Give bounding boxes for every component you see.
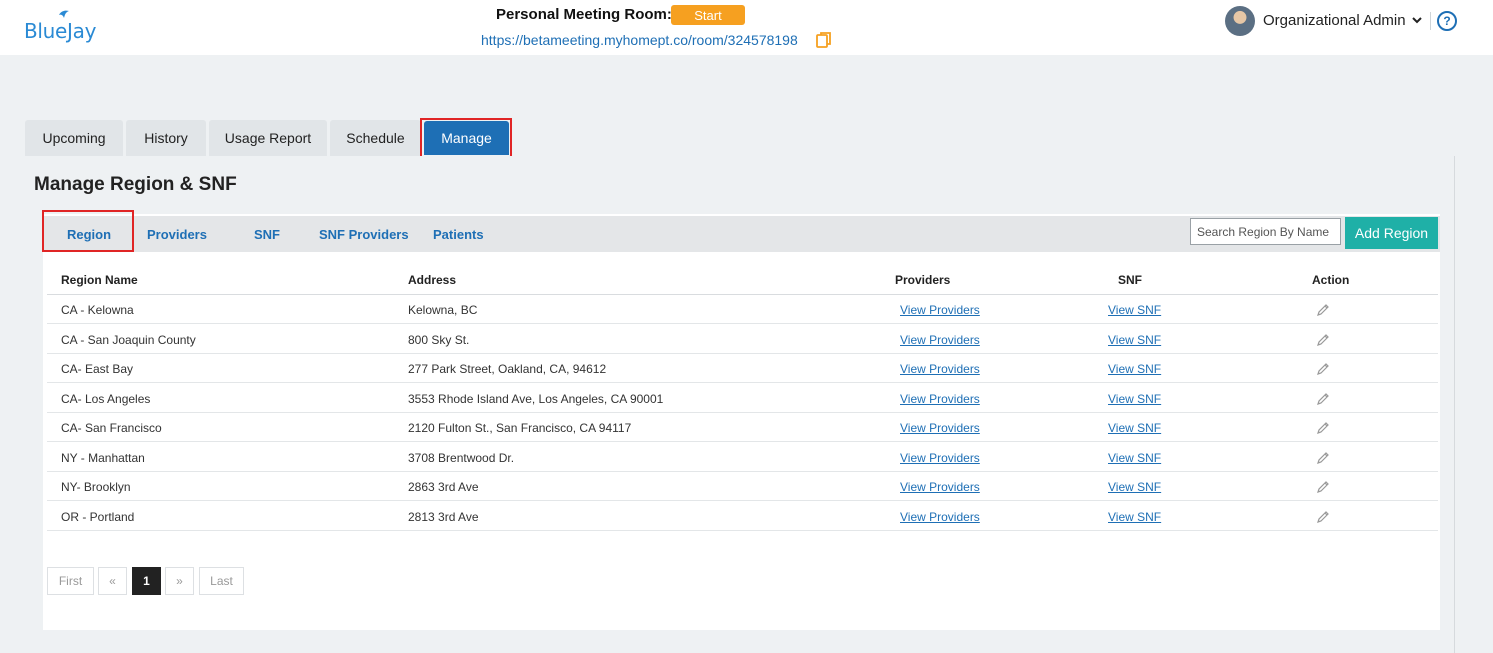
pencil-icon[interactable] <box>1316 421 1330 435</box>
view-providers-link[interactable]: View Providers <box>900 480 980 494</box>
view-providers-link[interactable]: View Providers <box>900 333 980 347</box>
help-icon[interactable]: ? <box>1437 11 1457 31</box>
pagination-page-current[interactable]: 1 <box>132 567 161 595</box>
view-snf-link[interactable]: View SNF <box>1108 421 1161 435</box>
table-row: CA- East Bay 277 Park Street, Oakland, C… <box>47 354 1438 383</box>
add-region-button[interactable]: Add Region <box>1345 217 1438 249</box>
start-meeting-button[interactable]: Start <box>671 5 745 25</box>
tab-usage-report[interactable]: Usage Report <box>209 120 327 156</box>
pagination-last[interactable]: Last <box>199 567 244 595</box>
avatar[interactable] <box>1225 6 1255 36</box>
view-snf-link[interactable]: View SNF <box>1108 392 1161 406</box>
view-snf-link[interactable]: View SNF <box>1108 480 1161 494</box>
address-cell: 3708 Brentwood Dr. <box>408 451 515 465</box>
subtab-snf-providers[interactable]: SNF Providers <box>319 227 409 242</box>
header-divider <box>1430 12 1431 30</box>
brand-name: BlueJay <box>24 19 97 43</box>
pencil-icon[interactable] <box>1316 303 1330 317</box>
region-name-cell: NY- Brooklyn <box>61 480 131 494</box>
user-menu-name[interactable]: Organizational Admin <box>1263 12 1406 29</box>
region-name-cell: CA- San Francisco <box>61 421 162 435</box>
column-header-snf: SNF <box>1118 273 1142 287</box>
view-providers-link[interactable]: View Providers <box>900 392 980 406</box>
pencil-icon[interactable] <box>1316 480 1330 494</box>
tab-history[interactable]: History <box>126 120 206 156</box>
address-cell: 2120 Fulton St., San Francisco, CA 94117 <box>408 421 632 435</box>
view-providers-link[interactable]: View Providers <box>900 362 980 376</box>
region-name-cell: NY - Manhattan <box>61 451 145 465</box>
region-tab-highlight <box>42 210 134 252</box>
view-providers-link[interactable]: View Providers <box>900 510 980 524</box>
address-cell: 800 Sky St. <box>408 333 470 347</box>
region-name-cell: OR - Portland <box>61 510 135 524</box>
table-row: CA- Los Angeles 3553 Rhode Island Ave, L… <box>47 384 1438 413</box>
column-header-region-name: Region Name <box>61 273 138 287</box>
bird-logo-icon <box>59 10 69 18</box>
table-row: NY- Brooklyn 2863 3rd Ave View Providers… <box>47 472 1438 501</box>
view-snf-link[interactable]: View SNF <box>1108 333 1161 347</box>
pagination-first[interactable]: First <box>47 567 94 595</box>
top-header: BlueJay Personal Meeting Room: Start htt… <box>0 0 1493 55</box>
region-name-cell: CA- East Bay <box>61 362 134 376</box>
pencil-icon[interactable] <box>1316 333 1330 347</box>
region-name-cell: CA - San Joaquin County <box>61 333 196 347</box>
column-header-address: Address <box>408 273 457 287</box>
pagination-prev[interactable]: « <box>98 567 127 595</box>
column-header-providers: Providers <box>895 273 951 287</box>
view-snf-link[interactable]: View SNF <box>1108 451 1161 465</box>
view-snf-link[interactable]: View SNF <box>1108 362 1161 376</box>
search-region-input[interactable] <box>1190 218 1341 245</box>
tab-schedule[interactable]: Schedule <box>330 120 421 156</box>
room-url-link[interactable]: https://betameeting.myhomept.co/room/324… <box>481 32 798 48</box>
personal-meeting-room-label: Personal Meeting Room: <box>496 6 672 23</box>
view-providers-link[interactable]: View Providers <box>900 421 980 435</box>
table-row: NY - Manhattan 3708 Brentwood Dr. View P… <box>47 443 1438 472</box>
bluejay-logo[interactable]: BlueJay <box>24 9 97 45</box>
subtab-providers[interactable]: Providers <box>147 227 207 242</box>
chevron-down-icon[interactable] <box>1412 16 1422 24</box>
address-cell: 277 Park Street, Oakland, CA, 94612 <box>408 362 607 376</box>
region-name-cell: CA - Kelowna <box>61 303 134 317</box>
copy-icon[interactable] <box>816 31 832 49</box>
address-cell: 2813 3rd Ave <box>408 510 479 524</box>
region-name-cell: CA- Los Angeles <box>61 392 151 406</box>
page-title: Manage Region & SNF <box>34 174 237 195</box>
view-snf-link[interactable]: View SNF <box>1108 510 1161 524</box>
view-providers-link[interactable]: View Providers <box>900 451 980 465</box>
pencil-icon[interactable] <box>1316 392 1330 406</box>
pencil-icon[interactable] <box>1316 510 1330 524</box>
pencil-icon[interactable] <box>1316 451 1330 465</box>
pagination-next[interactable]: » <box>165 567 194 595</box>
tab-upcoming[interactable]: Upcoming <box>25 120 123 156</box>
column-header-action: Action <box>1312 273 1350 287</box>
address-cell: 3553 Rhode Island Ave, Los Angeles, CA 9… <box>408 392 664 406</box>
address-cell: Kelowna, BC <box>408 303 478 317</box>
pencil-icon[interactable] <box>1316 362 1330 376</box>
view-snf-link[interactable]: View SNF <box>1108 303 1161 317</box>
subtab-patients[interactable]: Patients <box>433 227 484 242</box>
view-providers-link[interactable]: View Providers <box>900 303 980 317</box>
table-row: CA- San Francisco 2120 Fulton St., San F… <box>47 413 1438 442</box>
table-row: OR - Portland 2813 3rd Ave View Provider… <box>47 502 1438 531</box>
table-row: CA - San Joaquin County 800 Sky St. View… <box>47 325 1438 354</box>
table-row: CA - Kelowna Kelowna, BC View Providers … <box>47 295 1438 324</box>
manage-tab-highlight <box>420 118 512 160</box>
address-cell: 2863 3rd Ave <box>408 480 479 494</box>
subtab-snf[interactable]: SNF <box>254 227 280 242</box>
